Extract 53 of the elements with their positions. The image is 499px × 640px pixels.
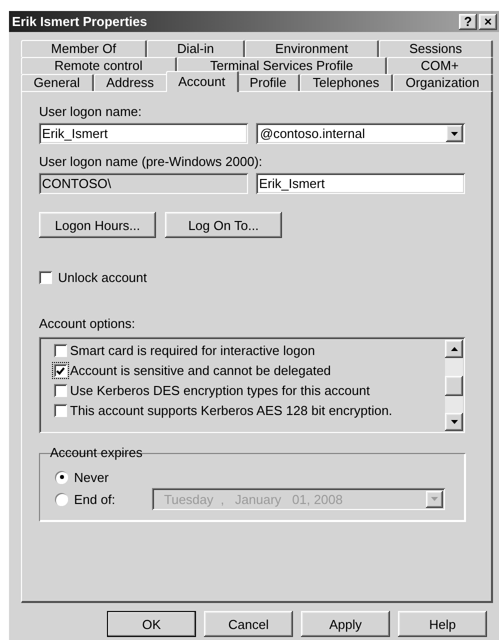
dialog-button[interactable]: Logon Hours... <box>39 212 156 238</box>
scroll-down-button[interactable] <box>445 413 463 431</box>
help-button[interactable]: ? <box>459 14 477 30</box>
radio-button[interactable] <box>55 470 68 484</box>
section-label: Account options: <box>39 316 136 331</box>
logon-name-field[interactable]: Erik_Ismert <box>39 123 248 144</box>
tab[interactable]: Dial-in <box>147 40 246 57</box>
radio-button[interactable] <box>55 492 68 506</box>
scrollbar[interactable] <box>445 340 463 431</box>
tab[interactable]: Member Of <box>21 40 148 57</box>
tab[interactable]: Remote control <box>21 57 177 74</box>
dialog-button[interactable]: Log On To... <box>165 212 282 238</box>
dialog-button[interactable]: OK <box>107 611 196 637</box>
group-title: Account expires <box>49 445 144 460</box>
checkbox[interactable] <box>39 271 52 284</box>
tab[interactable]: Terminal Services Profile <box>176 57 388 74</box>
tab[interactable]: Address <box>94 74 168 91</box>
checkbox[interactable] <box>54 344 67 357</box>
tab[interactable]: Organization <box>392 74 493 91</box>
up-arrow-icon <box>450 347 458 351</box>
logon-name-field[interactable]: Erik_Ismert <box>256 173 465 194</box>
close-button[interactable]: × <box>479 14 497 30</box>
checkbox[interactable] <box>54 384 67 397</box>
tab[interactable]: Profile <box>236 74 300 91</box>
dialog-button[interactable]: Apply <box>301 611 390 637</box>
option-label: Use Kerberos DES encryption types for this account <box>70 383 370 398</box>
tab[interactable]: COM+ <box>387 57 493 74</box>
tab[interactable]: Account <box>166 71 239 92</box>
checkbox[interactable] <box>54 364 67 377</box>
dialog-button[interactable]: Cancel <box>204 611 293 637</box>
radio-label: End of: <box>74 492 116 506</box>
checkbox-label: Unlock account <box>58 270 147 285</box>
check-icon <box>56 366 65 374</box>
field-label: User logon name: <box>39 104 143 119</box>
scroll-thumb[interactable] <box>445 376 463 396</box>
checkbox[interactable] <box>54 404 67 417</box>
option-label: This account supports Kerberos AES 128 bit encryption. <box>70 403 392 418</box>
dropdown-button[interactable] <box>446 125 463 142</box>
option-label: Smart card is required for interactive logon <box>70 343 315 358</box>
tab[interactable]: Environment <box>245 40 380 57</box>
option-label: Account is sensitive and cannot be delegated <box>70 363 331 378</box>
caret-icon <box>451 132 458 136</box>
domain-dropdown[interactable]: @contoso.internal <box>256 123 465 144</box>
dialog-button[interactable]: Help <box>398 611 487 637</box>
scroll-up-button[interactable] <box>445 340 463 358</box>
tab[interactable]: Sessions <box>379 40 494 57</box>
window-title: Erik Ismert Properties <box>12 14 148 29</box>
tab[interactable]: General <box>21 74 94 91</box>
tab[interactable]: Telephones <box>300 74 393 91</box>
radio-label: Never <box>74 470 109 484</box>
caret-icon <box>431 497 438 501</box>
down-arrow-icon <box>450 420 458 424</box>
field-label: User logon name (pre-Windows 2000): <box>39 154 264 169</box>
